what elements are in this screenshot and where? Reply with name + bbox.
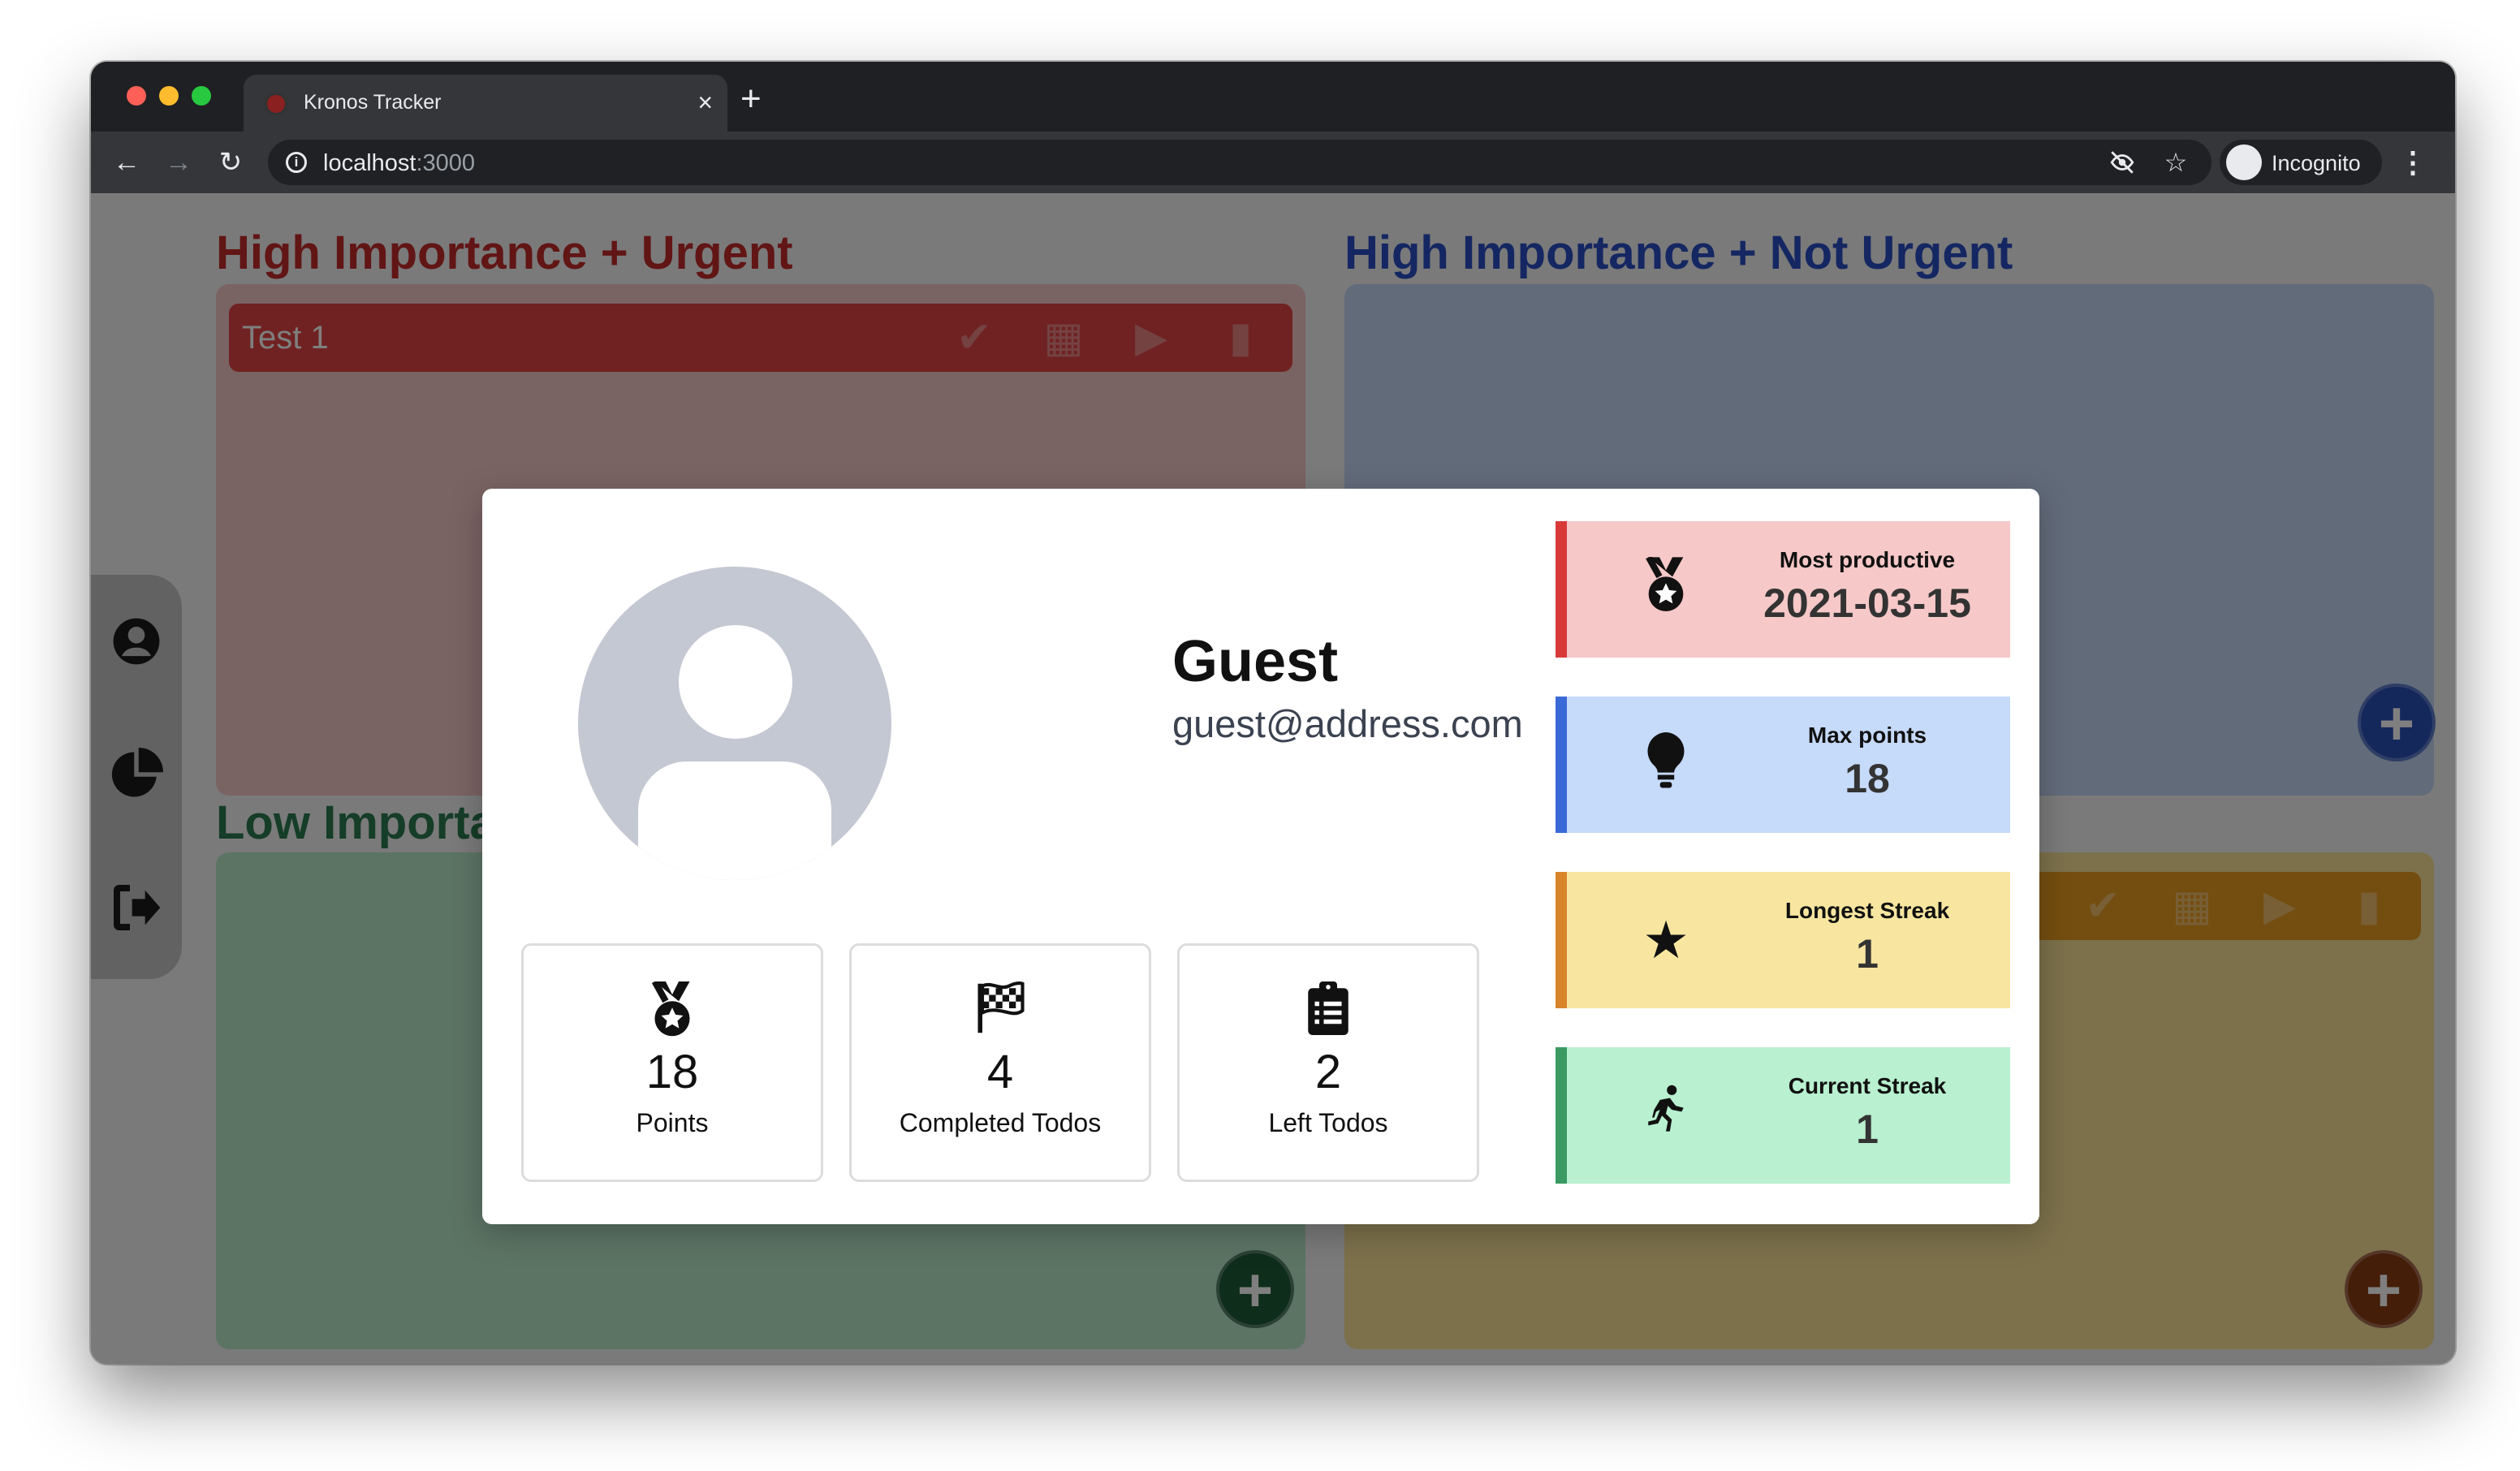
browser-toolbar: ← → ↻ i localhost:3000 ☆ Incognito ⋮ — [91, 132, 2455, 193]
eye-slash-icon[interactable] — [2106, 146, 2138, 179]
maximize-window-button[interactable] — [192, 86, 211, 106]
tab-kronos-tracker[interactable]: Kronos Tracker × — [244, 75, 727, 132]
record-value: 18 — [1845, 756, 1890, 801]
profile-modal: Guest guest@address.com 18 Points 4 Comp… — [482, 489, 2039, 1224]
tab-close-button[interactable]: × — [697, 86, 713, 119]
stat-card-points: 18 Points — [521, 943, 823, 1182]
browser-menu-icon[interactable]: ⋮ — [2397, 143, 2429, 182]
stat-card-completed: 4 Completed Todos — [849, 943, 1151, 1182]
app-page: High Importance + Urgent Test 1 ✔ ▦ ▶ ▮ … — [91, 193, 2455, 1364]
record-value: 2021-03-15 — [1763, 580, 1971, 626]
record-value: 1 — [1856, 1106, 1879, 1152]
stat-label: Left Todos — [1268, 1108, 1388, 1137]
record-longest-streak: ★ Longest Streak 1 — [1556, 872, 2010, 1008]
forward-button[interactable]: → — [159, 143, 198, 182]
incognito-profile[interactable]: Incognito — [2220, 140, 2382, 185]
info-icon[interactable]: i — [286, 152, 307, 173]
stat-label: Points — [636, 1108, 709, 1137]
checkered-flag-icon — [852, 981, 1149, 1038]
clipboard-list-icon — [1180, 981, 1477, 1038]
favicon-icon — [265, 93, 287, 115]
stat-value: 18 — [645, 1046, 699, 1098]
stat-card-left: 2 Left Todos — [1177, 943, 1479, 1182]
back-button[interactable]: ← — [107, 143, 146, 182]
address-bar[interactable]: i localhost:3000 ☆ — [268, 140, 2211, 185]
tab-title: Kronos Tracker — [304, 91, 442, 114]
bookmark-star-icon[interactable]: ☆ — [2160, 146, 2192, 179]
record-label: Current Streak — [1788, 1073, 1947, 1098]
tab-strip: Kronos Tracker × + — [91, 62, 2455, 132]
user-email: guest@address.com — [1172, 702, 1523, 745]
url-text[interactable]: localhost:3000 — [323, 150, 475, 177]
close-window-button[interactable] — [127, 86, 146, 106]
lightbulb-icon — [1633, 732, 1698, 797]
record-max-points: Max points 18 — [1556, 697, 2010, 833]
profile-label: Incognito — [2272, 151, 2361, 175]
user-name: Guest — [1172, 629, 1339, 694]
stat-label: Completed Todos — [899, 1108, 1102, 1137]
browser-window: Kronos Tracker × + ← → ↻ i localhost:300… — [91, 62, 2455, 1364]
reload-button[interactable]: ↻ — [211, 143, 250, 182]
medal-icon — [1633, 555, 1698, 622]
record-label: Most productive — [1779, 547, 1956, 572]
stat-value: 4 — [986, 1046, 1014, 1098]
record-label: Max points — [1807, 723, 1927, 748]
star-icon: ★ — [1642, 911, 1689, 969]
record-most-productive: Most productive 2021-03-15 — [1556, 521, 2010, 658]
running-icon — [1633, 1083, 1698, 1148]
stat-value: 2 — [1314, 1046, 1342, 1098]
record-current-streak: Current Streak 1 — [1556, 1047, 2010, 1184]
medal-icon — [524, 980, 821, 1038]
record-value: 1 — [1856, 931, 1879, 977]
incognito-icon — [2226, 145, 2262, 180]
minimize-window-button[interactable] — [159, 86, 179, 106]
record-label: Longest Streak — [1784, 898, 1950, 923]
avatar — [578, 567, 891, 880]
new-tab-button[interactable]: + — [740, 81, 762, 117]
